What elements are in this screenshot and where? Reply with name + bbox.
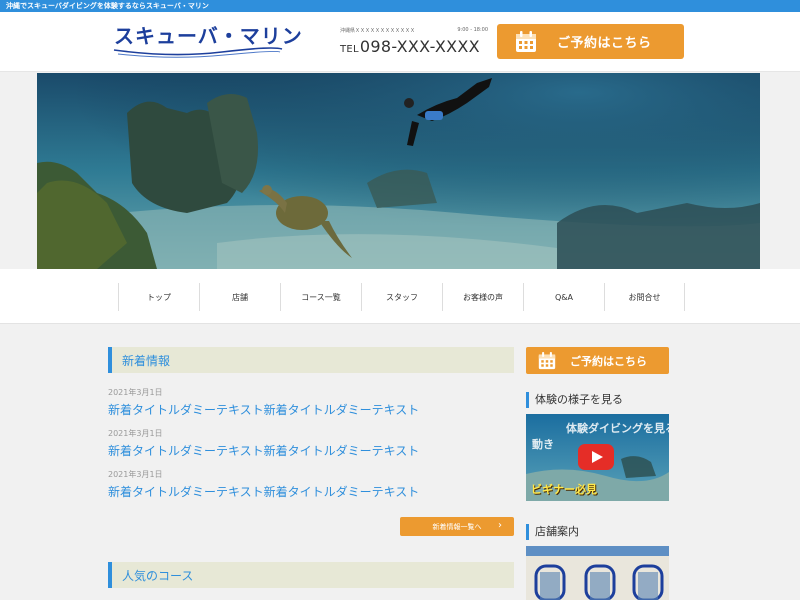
nav-label: お問合せ [628,292,661,302]
nav-label: お客様の声 [463,292,503,302]
top-strip: 沖縄でスキューバダイビングを体験するならスキューバ・マリン [0,0,800,12]
nav-label: コース一覧 [301,292,341,302]
address-text: 沖縄県ＸＸＸＸＸＸＸＸＸＸＸＸ [340,28,416,34]
news-title-link[interactable]: 新着タイトルダミーテキスト新着タイトルダミーテキスト [108,401,508,418]
calendar-icon [538,351,556,369]
nav-item-top[interactable]: トップ [118,283,199,311]
tel-number: 098-XXX-XXXX [359,37,480,56]
video-caption-3: ビギナー必見 [531,483,597,496]
news-item: 2021年3月1日 新着タイトルダミーテキスト新着タイトルダミーテキスト [108,428,508,459]
news-heading: 新着情報 [108,347,514,373]
nav-item-faq[interactable]: Q&A [523,283,604,311]
nav-label: トップ [147,292,171,302]
courses-heading: 人気のコース [108,562,514,588]
nav-label: スタッフ [386,292,418,302]
video-caption-2: 動き [532,438,554,451]
underwater-scene [37,73,760,269]
main-nav-bar: トップ 店舗 コース一覧 スタッフ お客様の声 Q&A お問合せ [0,269,800,324]
chevron-right-icon: › [498,520,502,531]
news-item: 2021年3月1日 新着タイトルダミーテキスト新着タイトルダミーテキスト [108,469,508,500]
nav-item-reviews[interactable]: お客様の声 [442,283,523,311]
courses-heading-text: 人気のコース [122,568,194,583]
shop-front [526,546,669,600]
nav-item-staff[interactable]: スタッフ [361,283,442,311]
news-date: 2021年3月1日 [108,429,163,438]
tel-prefix: TEL [340,44,359,55]
logo-wave-icon [113,47,283,58]
phone-number[interactable]: TEL098-XXX-XXXX [340,37,488,56]
shop-heading: 店舗案内 [526,524,579,540]
nav-item-contact[interactable]: お問合せ [604,283,685,311]
main-nav: トップ 店舗 コース一覧 スタッフ お客様の声 Q&A お問合せ [118,283,685,311]
site-tagline: 沖縄でスキューバダイビングを体験するならスキューバ・マリン [6,2,209,10]
reserve-button-label: ご予約はこちら [557,36,652,51]
play-icon[interactable] [578,444,614,470]
news-list-button[interactable]: 新着情報一覧へ › [400,517,514,536]
news-date: 2021年3月1日 [108,388,163,397]
video-heading: 体験の様子を見る [526,392,623,408]
nav-label: Q&A [554,292,573,302]
shop-image[interactable] [526,546,669,600]
video-thumbnail[interactable]: 体験ダイビングを見る 動き ビギナー必見 [526,414,669,501]
calendar-icon [516,30,536,52]
address-row: 沖縄県ＸＸＸＸＸＸＸＸＸＸＸＸ 9:00 - 18:00 [340,27,488,34]
news-title-link[interactable]: 新着タイトルダミーテキスト新着タイトルダミーテキスト [108,483,508,500]
sidebar-reserve-label: ご予約はこちら [570,354,647,368]
reserve-button[interactable]: ご予約はこちら [497,24,684,59]
business-hours: 9:00 - 18:00 [457,27,488,33]
news-item: 2021年3月1日 新着タイトルダミーテキスト新着タイトルダミーテキスト [108,387,508,418]
nav-item-store[interactable]: 店舗 [199,283,280,311]
nav-label: 店舗 [232,292,248,302]
news-date: 2021年3月1日 [108,470,163,479]
nav-item-courses[interactable]: コース一覧 [280,283,361,311]
sidebar-reserve-button[interactable]: ご予約はこちら [526,347,669,374]
news-title-link[interactable]: 新着タイトルダミーテキスト新着タイトルダミーテキスト [108,442,508,459]
video-caption-1: 体験ダイビングを見る [566,422,669,435]
news-heading-text: 新着情報 [122,353,171,368]
news-list-button-label: 新着情報一覧へ [432,522,482,531]
site-header: スキューバ・マリン 沖縄県ＸＸＸＸＸＸＸＸＸＸＸＸ 9:00 - 18:00 T… [0,12,800,72]
hero-image [37,73,760,269]
site-logo[interactable]: スキューバ・マリン [112,20,302,60]
contact-info: 沖縄県ＸＸＸＸＸＸＸＸＸＸＸＸ 9:00 - 18:00 TEL098-XXX-… [340,27,488,56]
